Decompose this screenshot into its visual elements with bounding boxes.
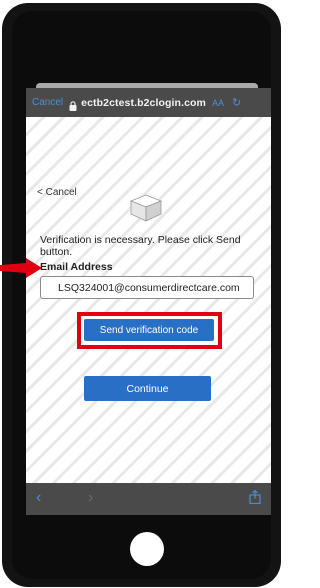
url-bar: Cancel ectb2ctest.b2clogin.com AA ↻ [26,88,271,117]
browser-cancel-button[interactable]: Cancel [32,97,63,108]
browser-toolbar: ‹ › [26,483,271,515]
back-icon[interactable]: ‹ [36,489,41,507]
reload-icon[interactable]: ↻ [232,96,241,109]
url-text[interactable]: ectb2ctest.b2clogin.com [81,97,206,109]
page-content: < Cancel Verification is necessary. Plea… [26,117,271,483]
continue-button[interactable]: Continue [84,376,211,401]
email-address-label: Email Address [40,261,113,273]
share-icon[interactable] [249,489,261,509]
browser-sheet: Cancel ectb2ctest.b2clogin.com AA ↻ < Ca… [26,88,271,515]
forward-icon[interactable]: › [88,489,93,507]
box-logo-icon [129,193,163,228]
verification-info-text: Verification is necessary. Please click … [40,234,241,258]
home-button[interactable] [130,532,164,566]
send-verification-code-button[interactable]: Send verification code [84,319,214,341]
red-arrow-annotation [0,257,44,284]
lock-icon [69,98,77,111]
text-size-button[interactable]: AA [212,98,224,108]
page-cancel-link[interactable]: < Cancel [37,187,77,198]
email-address-input[interactable] [40,276,254,299]
